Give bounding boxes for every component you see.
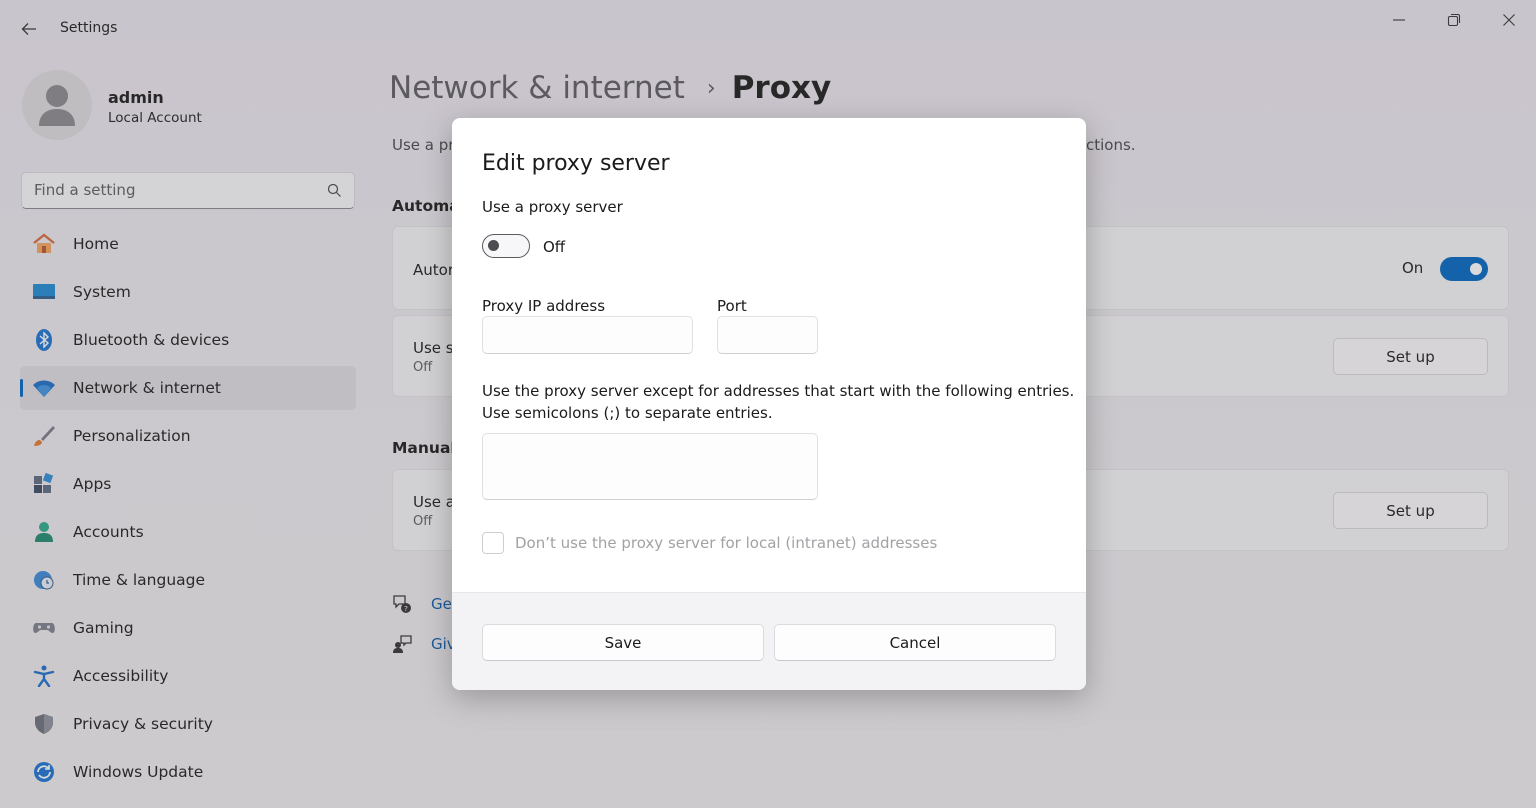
local-addresses-checkbox[interactable] xyxy=(482,532,504,554)
edit-proxy-dialog: Edit proxy server Use a proxy server Off… xyxy=(452,118,1086,690)
port-label: Port xyxy=(717,297,747,315)
save-button[interactable]: Save xyxy=(482,624,764,661)
toggle-knob xyxy=(488,240,499,251)
proxy-ip-label: Proxy IP address xyxy=(482,297,606,315)
use-proxy-toggle[interactable] xyxy=(482,234,530,258)
cancel-button[interactable]: Cancel xyxy=(774,624,1056,661)
local-addresses-label: Don’t use the proxy server for local (in… xyxy=(515,534,938,552)
exceptions-hint: Use semicolons (;) to separate entries. xyxy=(482,404,773,422)
exceptions-description: Use the proxy server except for addresse… xyxy=(482,382,1075,400)
toggle-state-label: Off xyxy=(543,238,566,256)
dialog-footer: Save Cancel xyxy=(452,592,1086,690)
proxy-ip-input[interactable] xyxy=(482,316,693,354)
dialog-title: Edit proxy server xyxy=(482,151,670,176)
use-proxy-label: Use a proxy server xyxy=(482,198,623,216)
exceptions-textarea[interactable] xyxy=(482,433,818,500)
port-input[interactable] xyxy=(717,316,818,354)
